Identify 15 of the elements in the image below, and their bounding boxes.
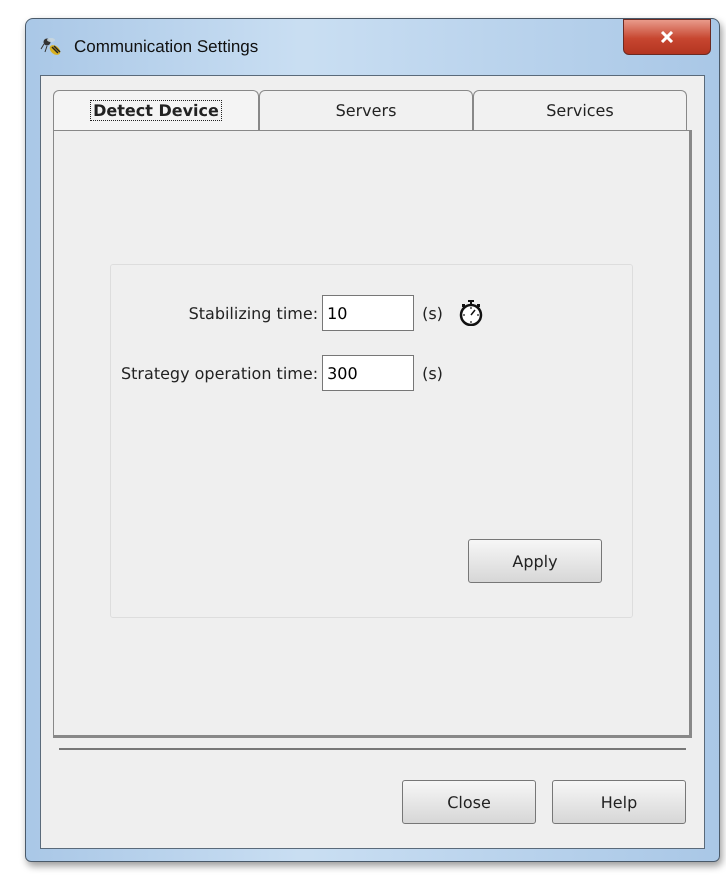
close-icon — [660, 31, 674, 43]
dialog-button[interactable]: Close — [402, 780, 536, 824]
unit-label: (s) — [422, 364, 443, 382]
tab[interactable]: Detect Device — [53, 90, 259, 130]
window-title: Communication Settings — [74, 37, 258, 57]
close-button[interactable] — [623, 19, 711, 55]
input-field[interactable]: 10 — [322, 295, 414, 331]
apply-button[interactable]: Apply — [468, 539, 602, 583]
field-label: Strategy operation time: — [121, 364, 318, 382]
tab[interactable]: Services — [473, 90, 687, 130]
unit-label: (s) — [422, 304, 443, 322]
input-field[interactable]: 300 — [322, 355, 414, 391]
field-label: Stabilizing time: — [188, 304, 318, 322]
tab[interactable]: Servers — [259, 90, 473, 130]
dialog-button[interactable]: Help — [552, 780, 686, 824]
